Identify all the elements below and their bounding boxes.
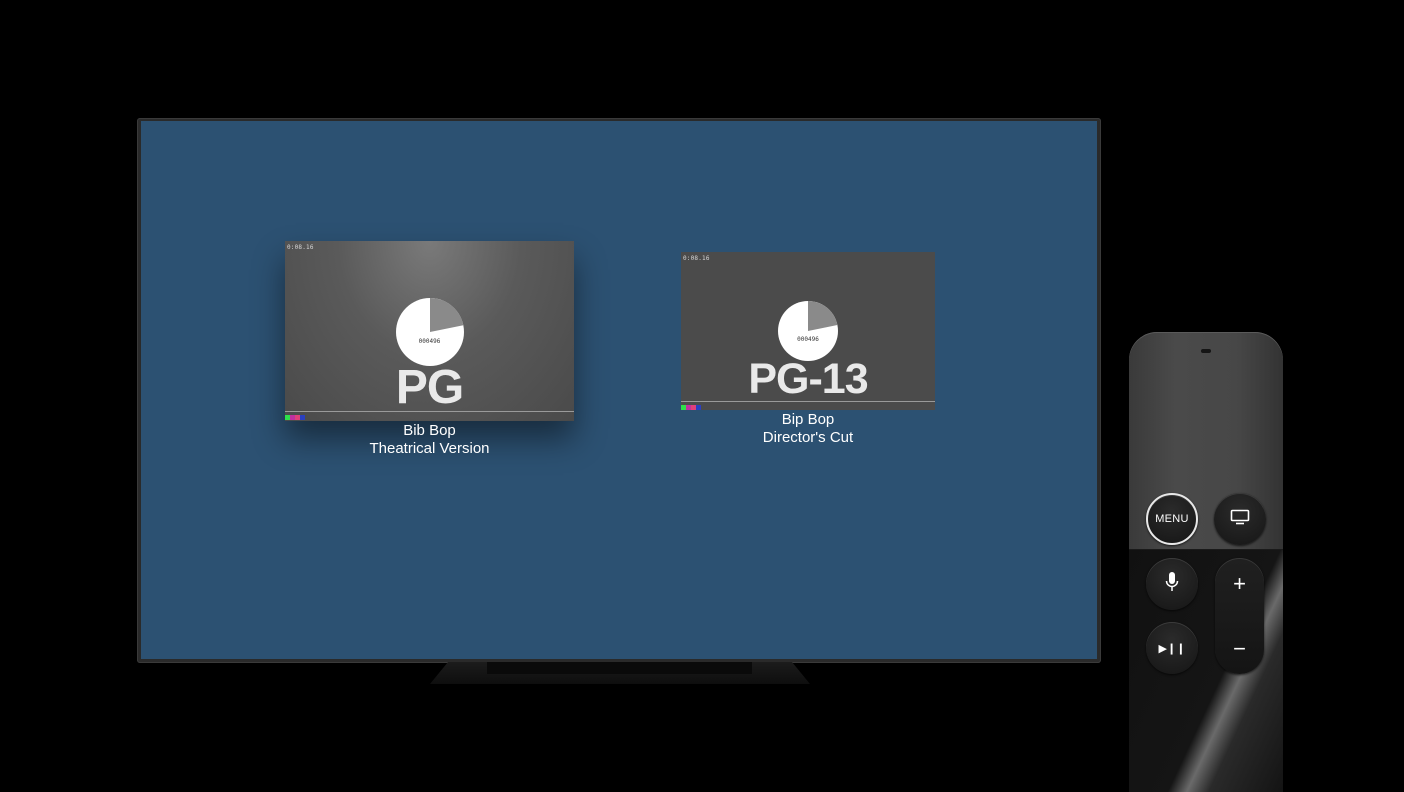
volume-up-button[interactable]: + <box>1215 559 1264 608</box>
tv-icon <box>1230 509 1250 530</box>
minus-icon: − <box>1233 635 1246 661</box>
progress-line <box>681 401 935 402</box>
tile-subtitle: Director's Cut <box>762 429 854 446</box>
video-tile-theatrical[interactable]: 0:08.16 000496 PG Bib Bop Theatrical Ver… <box>285 241 574 461</box>
microphone-hole <box>1201 349 1211 353</box>
siri-button[interactable] <box>1146 558 1198 610</box>
frame-counter-pie <box>778 301 838 361</box>
menu-button-label: MENU <box>1155 513 1189 525</box>
color-bar <box>285 415 305 420</box>
rating-label: PG <box>395 361 464 414</box>
microphone-icon <box>1165 571 1179 598</box>
play-pause-icon: ▶︎❙❙ <box>1158 642 1186 655</box>
tile-title: Bip Bop <box>781 411 835 428</box>
video-tile-directors-cut[interactable]: 0:08.16 000496 PG-13 Bip Bop Director's … <box>681 252 935 452</box>
timecode: 0:08.16 <box>287 244 314 251</box>
volume-rocker[interactable]: + − <box>1215 558 1264 674</box>
timecode: 0:08.16 <box>683 255 710 262</box>
tile-subtitle: Theatrical Version <box>369 440 490 457</box>
frame-count: 000496 <box>418 338 441 345</box>
video-thumbnail: 0:08.16 000496 PG <box>285 241 574 421</box>
tv-stand <box>430 662 810 684</box>
tv-home-button[interactable] <box>1214 493 1266 545</box>
color-bar <box>681 405 701 410</box>
play-pause-button[interactable]: ▶︎❙❙ <box>1146 622 1198 674</box>
progress-line <box>285 411 574 412</box>
frame-count: 000496 <box>797 336 819 343</box>
tv-screen: 0:08.16 000496 PG Bib Bop Theatrical Ver… <box>141 121 1097 659</box>
menu-button[interactable]: MENU <box>1146 493 1198 545</box>
volume-down-button[interactable]: − <box>1215 624 1264 673</box>
siri-remote: MENU ▶︎❙❙ + − <box>1129 332 1283 792</box>
plus-icon: + <box>1233 570 1246 596</box>
video-thumbnail: 0:08.16 000496 PG-13 <box>681 252 935 410</box>
rating-label: PG-13 <box>748 355 868 403</box>
tile-title: Bib Bop <box>403 422 456 439</box>
frame-counter-pie <box>396 298 464 366</box>
